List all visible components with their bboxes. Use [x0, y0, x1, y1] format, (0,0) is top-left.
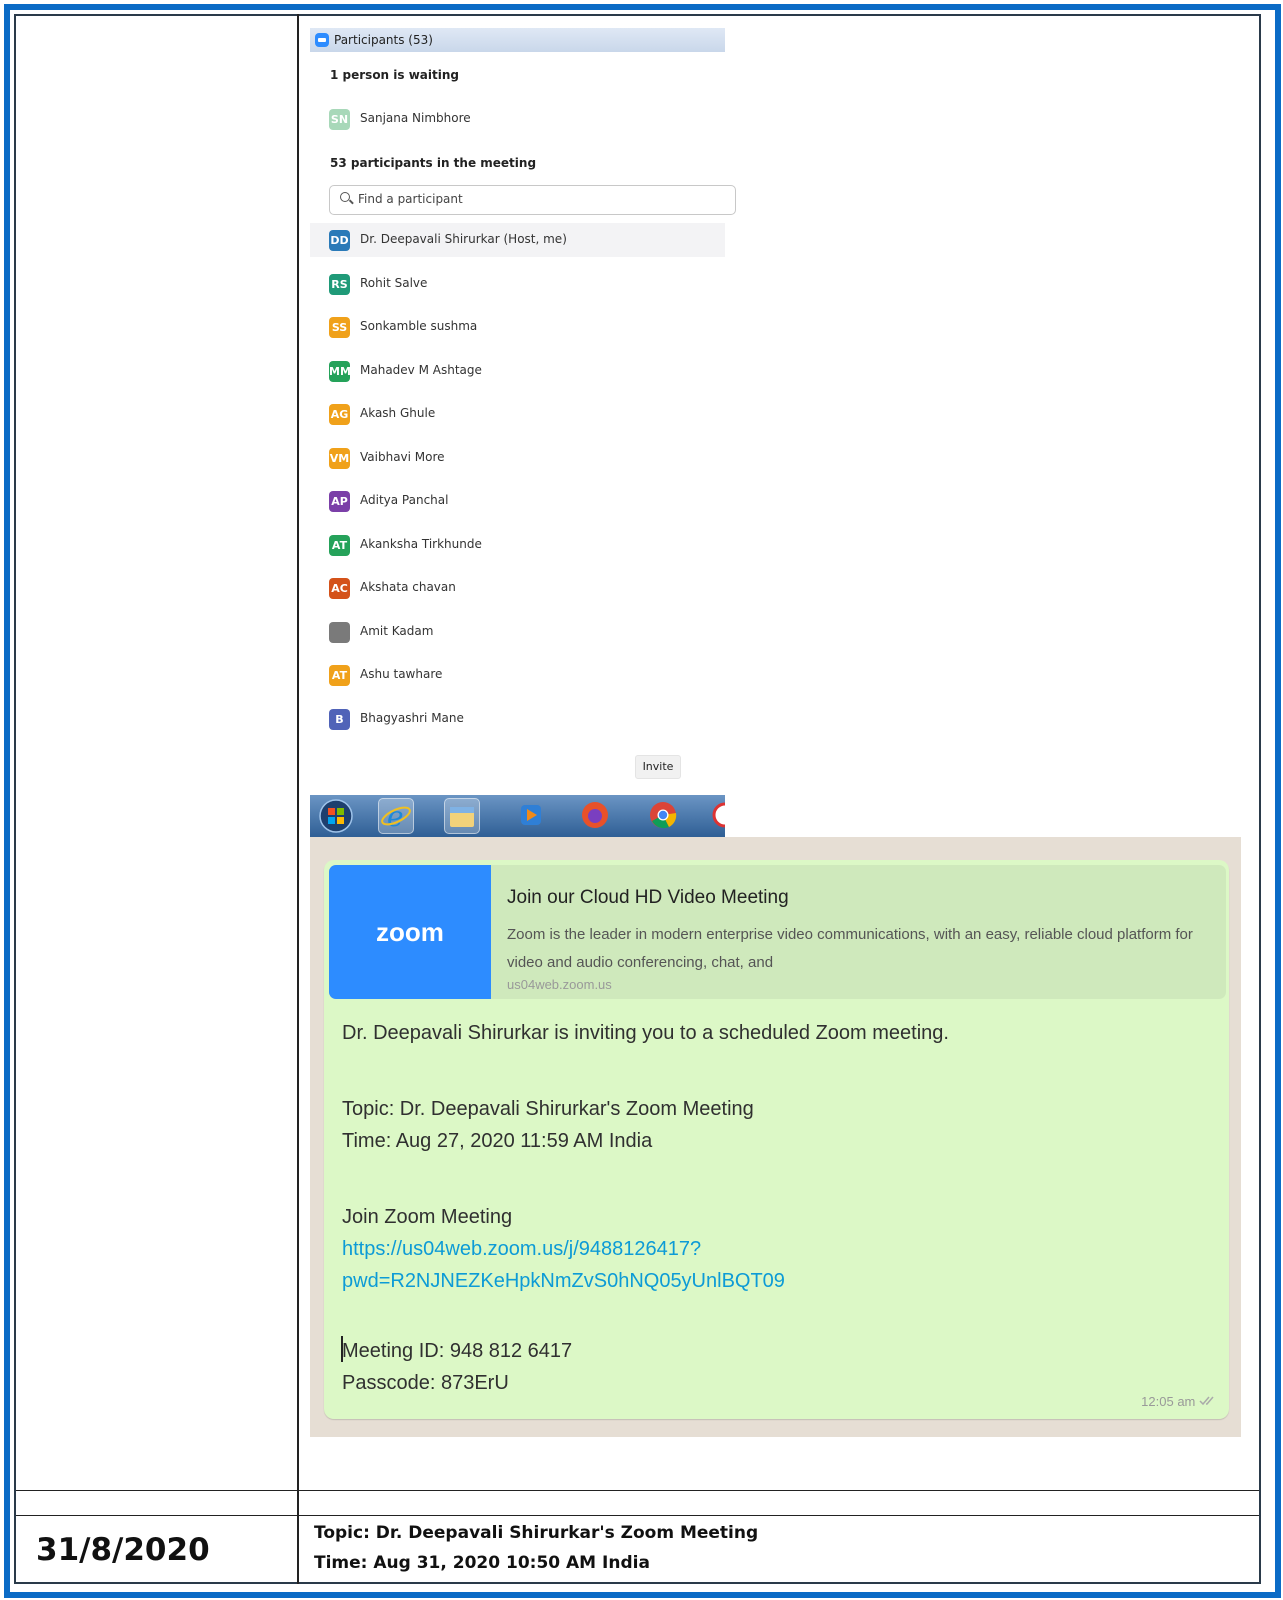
participant-row[interactable]: AT Ashu tawhare — [310, 658, 725, 692]
row-topic: Topic: Dr. Deepavali Shirurkar's Zoom Me… — [314, 1523, 759, 1543]
meeting-time: Time: Aug 27, 2020 11:59 AM India — [342, 1130, 653, 1152]
zoom-icon — [315, 33, 329, 47]
participant-name: Amit Kadam — [360, 623, 434, 638]
participant-name: Bhagyashri Mane — [360, 710, 464, 725]
double-check-icon — [1199, 1396, 1214, 1406]
waiting-participant-row[interactable]: SN Sanjana Nimbhore — [310, 102, 725, 136]
participant-name: Dr. Deepavali Shirurkar (Host, me) — [360, 232, 567, 246]
invite-button[interactable]: Invite — [635, 755, 681, 779]
avatar: AT — [329, 534, 350, 556]
participant-row[interactable]: MM Mahadev M Ashtage — [310, 354, 725, 388]
timestamp-text: 12:05 am — [1141, 1394, 1196, 1409]
row-divider — [16, 1490, 1259, 1491]
link-preview-card[interactable]: zoom Join our Cloud HD Video Meeting Zoo… — [329, 865, 1226, 999]
search-icon — [340, 192, 350, 202]
join-link-continued[interactable]: pwd=R2NJNEZKeHpkNmZvS0hNQ05yUnlBQT09 — [342, 1270, 785, 1293]
participant-name: Mahadev M Ashtage — [360, 362, 482, 377]
chrome-icon[interactable] — [646, 798, 682, 834]
preview-description: Zoom is the leader in modern enterprise … — [507, 926, 1193, 971]
avatar: B — [329, 708, 350, 730]
meeting-topic: Topic: Dr. Deepavali Shirurkar's Zoom Me… — [342, 1098, 754, 1120]
avatar: MM — [329, 360, 351, 382]
participant-row[interactable]: Amit Kadam — [310, 615, 725, 649]
participant-row[interactable]: B Bhagyashri Mane — [310, 702, 725, 736]
participant-name: Aditya Panchal — [360, 493, 449, 507]
participant-row[interactable]: AC Akshata chavan — [310, 571, 725, 605]
snipping-tool-icon[interactable] — [708, 798, 725, 834]
participant-name: Sanjana Nimbhore — [360, 111, 471, 125]
participant-name: Sonkamble sushma — [360, 319, 478, 333]
participant-row[interactable]: DD Dr. Deepavali Shirurkar (Host, me) — [310, 223, 725, 257]
join-link[interactable]: https://us04web.zoom.us/j/9488126417? — [342, 1238, 701, 1261]
preview-title: Join our Cloud HD Video Meeting — [507, 887, 789, 908]
message-bubble: zoom Join our Cloud HD Video Meeting Zoo… — [324, 860, 1229, 1419]
internet-explorer-icon[interactable]: e — [378, 798, 414, 834]
row-divider — [16, 1515, 1259, 1516]
participant-name: Akash Ghule — [360, 406, 436, 420]
avatar-photo — [329, 621, 350, 643]
invite-line: Dr. Deepavali Shirurkar is inviting you … — [342, 1022, 949, 1044]
avatar: RS — [329, 273, 350, 295]
participant-row[interactable]: SS Sonkamble sushma — [310, 310, 725, 344]
zoom-logo: zoom — [329, 865, 491, 999]
avatar: SS — [329, 317, 350, 338]
join-header: Join Zoom Meeting — [342, 1206, 513, 1228]
participant-name: Akanksha Tirkhunde — [360, 536, 482, 551]
file-explorer-icon[interactable] — [444, 798, 480, 834]
participant-name: Rohit Salve — [360, 275, 428, 290]
search-input[interactable]: Find a participant — [329, 185, 736, 215]
windows-taskbar: e — [310, 795, 725, 837]
participant-row[interactable]: VM Vaibhavi More — [310, 441, 725, 475]
participant-row[interactable]: AG Akash Ghule — [310, 397, 725, 431]
avatar: AP — [329, 491, 350, 512]
passcode: Passcode: 873ErU — [342, 1372, 509, 1394]
avatar: AG — [329, 404, 350, 425]
participant-row[interactable]: AP Aditya Panchal — [310, 484, 725, 518]
media-player-icon[interactable] — [514, 798, 550, 834]
whatsapp-chat: zoom Join our Cloud HD Video Meeting Zoo… — [310, 837, 1241, 1437]
message-timestamp: 12:05 am — [1141, 1394, 1217, 1409]
avatar: AC — [329, 578, 350, 599]
participant-name: Ashu tawhare — [360, 667, 443, 681]
waiting-header: 1 person is waiting — [330, 68, 459, 82]
meeting-id: Meeting ID: 948 812 6417 — [342, 1340, 573, 1362]
participant-name: Akshata chavan — [360, 580, 456, 594]
avatar: AT — [329, 665, 350, 686]
preview-url: us04web.zoom.us — [507, 977, 612, 992]
participant-row[interactable]: RS Rohit Salve — [310, 267, 725, 301]
panel-title: Participants (53) — [334, 33, 433, 47]
windows-start-icon[interactable] — [318, 798, 354, 834]
avatar: DD — [329, 230, 350, 251]
avatar: VM — [329, 447, 350, 469]
participant-name: Vaibhavi More — [360, 449, 445, 464]
row-date: 31/8/2020 — [36, 1532, 210, 1568]
panel-title-bar: Participants (53) — [310, 28, 725, 52]
column-divider — [297, 14, 299, 1584]
search-placeholder: Find a participant — [358, 192, 463, 206]
svg-text:e: e — [387, 800, 404, 833]
participants-panel: Participants (53) 1 person is waiting SN… — [310, 28, 736, 786]
meeting-header: 53 participants in the meeting — [330, 156, 537, 170]
row-time: Time: Aug 31, 2020 10:50 AM India — [314, 1553, 650, 1573]
avatar: SN — [329, 109, 350, 130]
firefox-icon[interactable] — [578, 798, 614, 834]
participant-row[interactable]: AT Akanksha Tirkhunde — [310, 528, 725, 562]
